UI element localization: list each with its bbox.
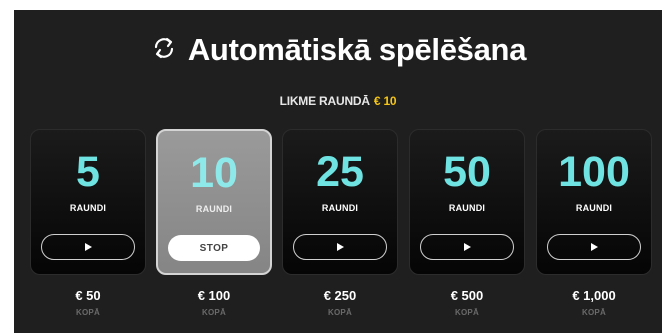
bet-label: LIKME RAUNDĀ bbox=[279, 94, 370, 108]
stop-autoplay-button[interactable]: STOP bbox=[168, 235, 260, 261]
bet-per-round: LIKME RAUNDĀ € 10 bbox=[14, 94, 662, 108]
total-cost: € 50 KOPĀ bbox=[30, 288, 146, 317]
round-option-25[interactable]: 25 RAUNDI bbox=[282, 129, 398, 275]
round-option-50[interactable]: 50 RAUNDI bbox=[409, 129, 525, 275]
total-label: KOPĀ bbox=[455, 308, 479, 317]
total-label: KOPĀ bbox=[76, 308, 100, 317]
rounds-unit: RAUNDI bbox=[575, 203, 613, 213]
autoplay-repeat-icon bbox=[150, 34, 178, 67]
start-autoplay-button[interactable] bbox=[293, 234, 387, 260]
autoplay-panel: Automātiskā spēlēšana LIKME RAUNDĀ € 10 5… bbox=[14, 10, 662, 333]
total-amount: € 1,000 bbox=[572, 288, 616, 303]
start-autoplay-button[interactable] bbox=[547, 234, 641, 260]
total-label: KOPĀ bbox=[202, 308, 226, 317]
header: Automātiskā spēlēšana bbox=[14, 30, 662, 70]
rounds-unit: RAUNDI bbox=[195, 204, 233, 214]
play-icon bbox=[85, 243, 92, 251]
rounds-unit: RAUNDI bbox=[448, 203, 486, 213]
play-icon bbox=[464, 243, 471, 251]
rounds-unit: RAUNDI bbox=[321, 203, 359, 213]
rounds-count: 10 bbox=[190, 149, 238, 197]
bet-amount: € 10 bbox=[373, 94, 397, 108]
round-option-5[interactable]: 5 RAUNDI bbox=[30, 129, 146, 275]
rounds-count: 100 bbox=[558, 148, 630, 196]
total-cost: € 1,000 KOPĀ bbox=[536, 288, 652, 317]
total-amount: € 500 bbox=[450, 288, 484, 303]
total-amount: € 100 bbox=[197, 288, 231, 303]
start-autoplay-button[interactable] bbox=[41, 234, 135, 260]
total-amount: € 50 bbox=[75, 288, 101, 303]
rounds-count: 25 bbox=[316, 148, 364, 196]
total-label: KOPĀ bbox=[328, 308, 352, 317]
play-icon bbox=[337, 243, 344, 251]
rounds-unit: RAUNDI bbox=[69, 203, 107, 213]
total-label: KOPĀ bbox=[582, 308, 606, 317]
total-amount: € 250 bbox=[323, 288, 357, 303]
play-icon bbox=[591, 243, 598, 251]
round-option-10[interactable]: 10 RAUNDI STOP bbox=[156, 129, 272, 275]
total-cost: € 250 KOPĀ bbox=[282, 288, 398, 317]
page-title: Automātiskā spēlēšana bbox=[187, 32, 527, 67]
start-autoplay-button[interactable] bbox=[420, 234, 514, 260]
round-option-100[interactable]: 100 RAUNDI bbox=[536, 129, 652, 275]
total-cost: € 100 KOPĀ bbox=[156, 288, 272, 317]
total-cost: € 500 KOPĀ bbox=[409, 288, 525, 317]
rounds-count: 50 bbox=[443, 148, 491, 196]
rounds-count: 5 bbox=[76, 148, 100, 196]
